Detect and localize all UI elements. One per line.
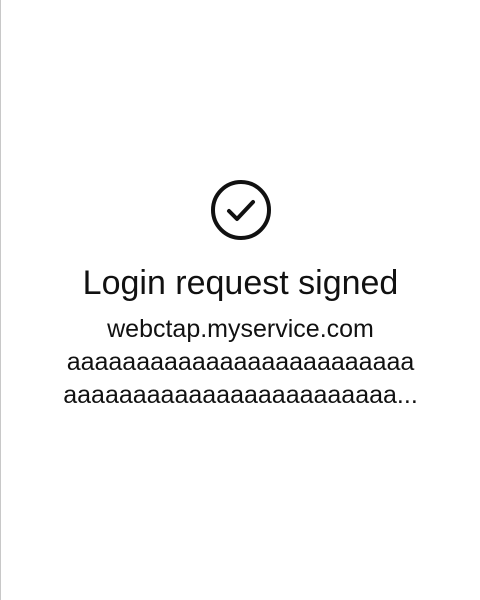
status-content: Login request signed webctap.myservice.c… bbox=[1, 179, 480, 412]
request-detail-line: aaaaaaaaaaaaaaaaaaaaaaaa... bbox=[63, 381, 418, 409]
check-circle-icon bbox=[210, 180, 271, 240]
request-details: webctap.myservice.com aaaaaaaaaaaaaaaaaa… bbox=[21, 313, 461, 412]
login-confirmation-panel: Login request signed webctap.myservice.c… bbox=[0, 0, 480, 600]
service-domain: webctap.myservice.com bbox=[107, 315, 374, 343]
request-detail-line: aaaaaaaaaaaaaaaaaaaaaaaaa bbox=[66, 348, 415, 376]
status-title: Login request signed bbox=[82, 264, 399, 302]
